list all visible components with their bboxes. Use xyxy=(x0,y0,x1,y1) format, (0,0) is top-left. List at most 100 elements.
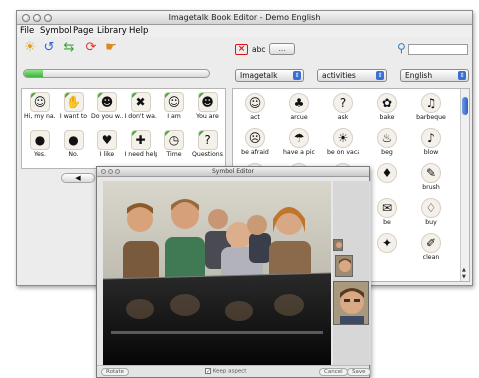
search-icon: ⚲ xyxy=(397,41,406,55)
library-symbol-cell[interactable]: ♪ blow xyxy=(415,128,447,156)
chevron-down-icon: ⇕ xyxy=(293,71,301,80)
symbol-label: bake xyxy=(379,114,395,121)
page-symbol-cell[interactable]: ✖I don't wa... xyxy=(125,92,157,120)
scroll-down-icon[interactable]: ▼ xyxy=(462,274,466,280)
library-symbol-cell[interactable]: ✎ brush xyxy=(415,163,447,191)
save-button[interactable]: Save xyxy=(347,368,371,376)
page-symbol-cell[interactable]: ♥ I like xyxy=(91,130,123,158)
symbol-label: clean xyxy=(422,254,440,261)
symbol-image: ☺ xyxy=(245,93,265,113)
scroll-up-icon[interactable]: ▲ xyxy=(462,267,466,273)
page-symbol-cell[interactable]: ☺ I am xyxy=(158,92,190,120)
symbol-image: ? xyxy=(197,130,218,150)
page-symbol-cell[interactable]: ? Questions xyxy=(192,130,224,158)
library-symbol-cell[interactable]: ☺ act xyxy=(239,93,271,121)
keep-aspect-option[interactable]: ✓ Keep aspect xyxy=(205,368,246,375)
hands-icon[interactable]: ☛ xyxy=(104,41,118,55)
chevron-down-icon: ⇕ xyxy=(376,71,384,80)
library-symbol-cell[interactable]: ♢ buy xyxy=(415,198,447,226)
symbol-label: Do you w... xyxy=(91,113,123,120)
symbol-label: brush xyxy=(422,184,440,191)
menu-page[interactable]: Page xyxy=(73,26,94,36)
library-symbol-cell[interactable]: ☹ be afraid xyxy=(239,128,271,156)
previous-page-label: ◀ xyxy=(75,174,81,182)
symbol-image: ✦ xyxy=(377,233,397,253)
library-scrollbar[interactable]: ▲ ▼ xyxy=(460,89,469,281)
scrollbar-thumb[interactable] xyxy=(462,97,468,115)
menu-file[interactable]: File xyxy=(20,26,34,36)
chevron-down-icon: ⇕ xyxy=(458,71,466,80)
face-thumbnail-small[interactable] xyxy=(333,239,343,251)
symbol-image: ♫ xyxy=(421,93,441,113)
sync-icon[interactable]: ⇆ xyxy=(62,41,76,55)
symbol-image: ♢ xyxy=(421,198,441,218)
face-thumbnail-medium-image xyxy=(336,256,352,276)
cancel-button[interactable]: Cancel xyxy=(319,368,348,376)
symbol-image: ♥ xyxy=(97,130,117,150)
language-dropdown-value: English xyxy=(405,71,433,80)
category-dropdown[interactable]: activities ⇕ xyxy=(317,69,387,82)
symbol-image: ♣ xyxy=(289,93,309,113)
recycle-icon[interactable]: ⟳ xyxy=(84,41,98,55)
symbol-image: ✿ xyxy=(377,93,397,113)
group-photo-image xyxy=(103,181,331,365)
page-symbol-cell[interactable]: ☻ Do you w... xyxy=(91,92,123,120)
page-symbols-panel: ☺Hi, my na...✋I want to☻Do you w...✖I do… xyxy=(21,88,226,169)
symbol-editor-footer: Rotate ✓ Keep aspect Cancel Save xyxy=(97,365,371,377)
library-symbol-cell[interactable]: ✦ xyxy=(371,233,403,254)
library-symbol-cell[interactable]: ✐ clean xyxy=(415,233,447,261)
abc-select[interactable]: ... xyxy=(269,43,295,55)
library-symbol-cell[interactable]: ☂have a picnic xyxy=(283,128,315,156)
page-symbol-cell[interactable]: ☺Hi, my na... xyxy=(24,92,56,120)
page-symbol-cell[interactable]: ◷ Time xyxy=(158,130,190,158)
symbol-label: No. xyxy=(68,151,79,158)
symbol-image: ☻ xyxy=(197,92,218,112)
previous-page-button[interactable]: ◀ xyxy=(61,173,95,183)
symbol-label: I like xyxy=(99,151,115,158)
library-symbol-cell[interactable]: ♫ barbeque xyxy=(415,93,447,121)
page-symbol-cell[interactable]: ☻ You are xyxy=(192,92,224,120)
rotate-button[interactable]: Rotate xyxy=(101,368,130,376)
symbol-image: ☺ xyxy=(30,92,50,112)
symbol-editor-window: Symbol Editor Rotate ✓ Keep aspect Cance… xyxy=(96,166,371,378)
library-symbol-cell[interactable]: ✿ bake xyxy=(371,93,403,121)
page-symbol-cell[interactable]: ✚ I need help xyxy=(125,130,157,158)
symbol-label: arcue xyxy=(290,114,308,121)
library-dropdown[interactable]: Imagetalk ⇕ xyxy=(235,69,304,82)
title-bar[interactable]: Imagetalk Book Editor - Demo English xyxy=(17,11,472,25)
library-symbol-cell[interactable]: ♣ arcue xyxy=(283,93,315,121)
face-thumbnail-large-image xyxy=(334,282,368,324)
language-dropdown[interactable]: English ⇕ xyxy=(400,69,469,82)
symbol-label: act xyxy=(250,114,260,121)
symbol-label: Questions xyxy=(192,151,223,158)
menu-symbol[interactable]: Symbol xyxy=(40,26,72,36)
library-symbol-cell[interactable]: ♦ xyxy=(371,163,403,184)
symbol-editor-title-bar[interactable]: Symbol Editor xyxy=(97,167,369,177)
face-thumbnail-medium[interactable] xyxy=(335,255,353,277)
menu-library[interactable]: Library xyxy=(97,26,127,36)
symbol-label: barbeque xyxy=(416,114,446,121)
symbol-image: ♦ xyxy=(377,163,397,183)
page-symbol-cell[interactable]: ● No. xyxy=(58,130,90,158)
library-symbol-cell[interactable]: ☀be on vacati... xyxy=(327,128,359,156)
light-icon[interactable]: ☀ xyxy=(23,41,37,55)
symbol-image: ☺ xyxy=(164,92,184,112)
clear-text-button[interactable]: × xyxy=(235,44,248,55)
library-symbol-cell[interactable]: ? ask xyxy=(327,93,359,121)
page-symbol-cell[interactable]: ● Yes. xyxy=(24,130,56,158)
group-photo-canvas[interactable] xyxy=(103,181,331,365)
menu-help[interactable]: Help xyxy=(129,26,148,36)
symbol-image: ● xyxy=(30,130,50,150)
symbol-image: ♨ xyxy=(377,128,397,148)
symbol-image: ☀ xyxy=(333,128,353,148)
library-symbol-cell[interactable]: ♨ beg xyxy=(371,128,403,156)
speak-icon[interactable]: ↺ xyxy=(42,41,56,55)
keep-aspect-checkbox[interactable]: ✓ xyxy=(205,368,211,375)
face-thumbnail-large[interactable] xyxy=(333,281,369,325)
abc-label: abc xyxy=(252,45,266,54)
page-symbol-cell[interactable]: ✋ I want to xyxy=(58,92,90,120)
symbol-label: I want to xyxy=(59,113,88,120)
symbol-image: ● xyxy=(63,130,84,150)
search-input[interactable] xyxy=(408,44,468,55)
library-symbol-cell[interactable]: ✉ be xyxy=(371,198,403,226)
